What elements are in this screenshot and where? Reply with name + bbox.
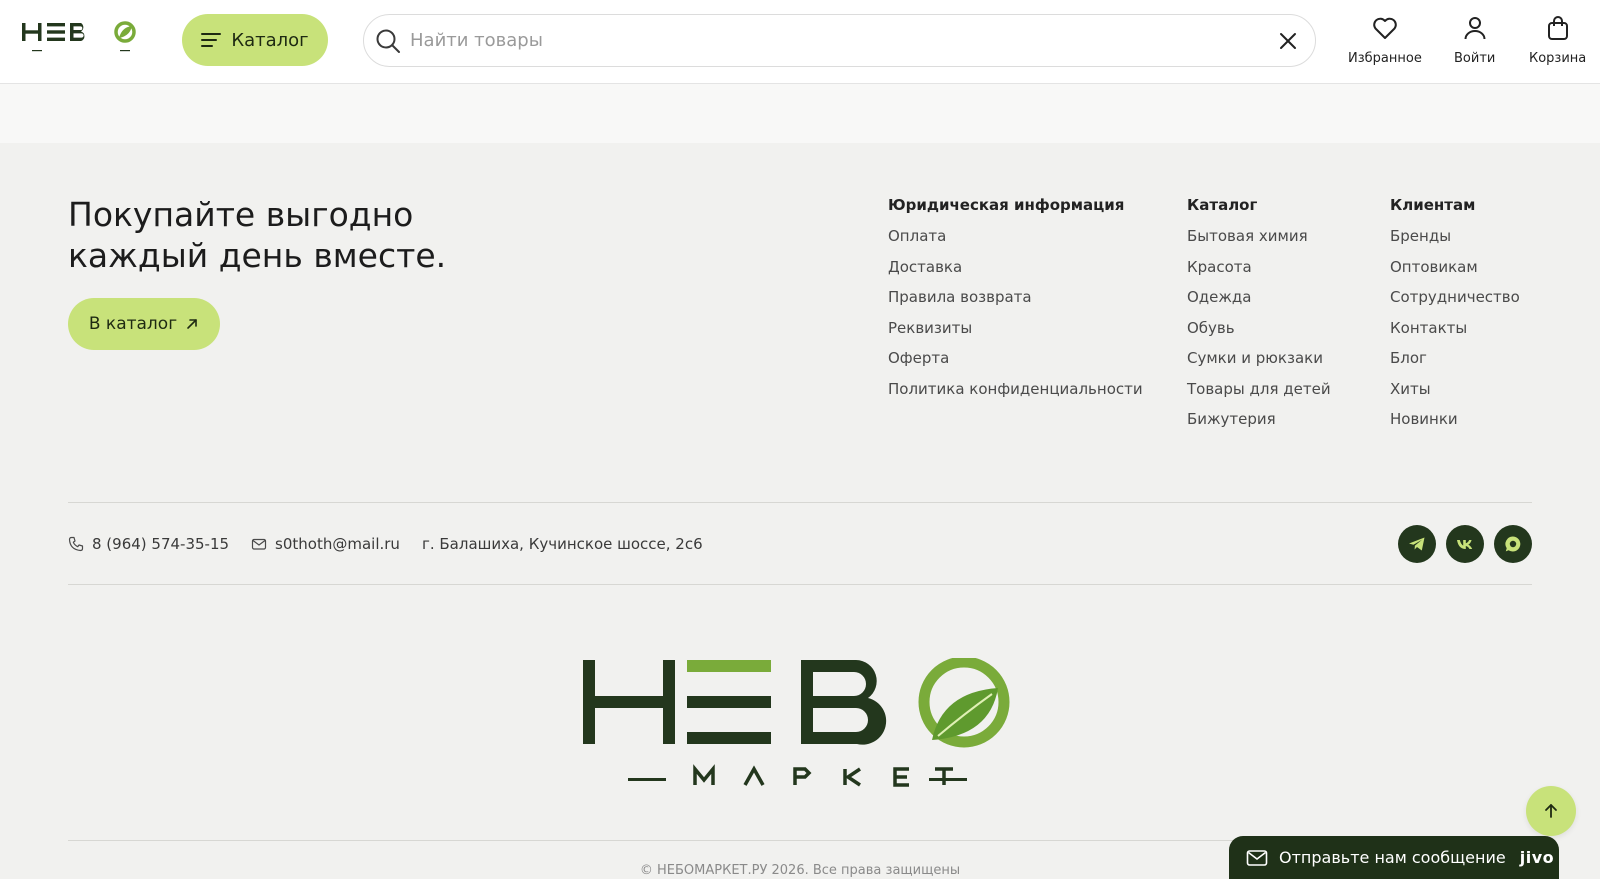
footer-divider (68, 584, 1532, 585)
site-logo[interactable] (20, 19, 142, 59)
mail-icon (251, 538, 267, 550)
arrow-up-right-icon (187, 319, 197, 329)
contact-address-text: г. Балашиха, Кучинское шоссе, 2с6 (421, 535, 703, 553)
footer-link-clothing[interactable]: Одежда (1187, 287, 1331, 318)
footer-link-partnership[interactable]: Сотрудничество (1390, 287, 1520, 318)
footer-link-brands[interactable]: Бренды (1390, 226, 1520, 257)
cart-label: Корзина (1529, 51, 1587, 66)
footer-link-returns[interactable]: Правила возврата (888, 287, 1143, 318)
login-label: Войти (1454, 51, 1496, 66)
content-strip (0, 84, 1600, 143)
footer-link-jewelry[interactable]: Бижутерия (1187, 409, 1331, 440)
telegram-icon (1409, 537, 1425, 551)
menu-icon (201, 33, 222, 47)
footer-logo (580, 656, 1020, 790)
contact-phone[interactable]: 8 (964) 574-35-15 (68, 535, 229, 553)
contact-email[interactable]: s0thoth@mail.ru (251, 535, 400, 553)
footer-column-title: Юридическая информация (888, 196, 1125, 214)
site-header: Каталог Избранное Войти Корзина (0, 0, 1600, 84)
login-button[interactable]: Войти (1454, 14, 1495, 66)
catalog-button[interactable]: Каталог (182, 14, 328, 66)
contact-email-text: s0thoth@mail.ru (275, 535, 400, 553)
footer-link-contacts[interactable]: Контакты (1390, 318, 1520, 349)
footer-link-shoes[interactable]: Обувь (1187, 318, 1331, 349)
arrow-up-icon (1545, 804, 1557, 818)
scroll-to-top-button[interactable] (1526, 786, 1576, 836)
footer-link-requisites[interactable]: Реквизиты (888, 318, 1143, 349)
chat-widget-button[interactable]: Отправьте нам сообщение jivo (1229, 836, 1559, 879)
footer-link-payment[interactable]: Оплата (888, 226, 1143, 257)
footer-column-clients: Клиентам Бренды Оптовикам Сотрудничество… (1390, 196, 1520, 440)
footer-divider (68, 502, 1532, 503)
heart-icon (1373, 17, 1397, 39)
envelope-icon (1246, 849, 1268, 866)
footer-promo-title: Покупайте выгодно каждый день вместе. (68, 194, 488, 276)
search-input[interactable] (410, 30, 1277, 51)
phone-icon (68, 536, 84, 552)
search-icon[interactable] (374, 27, 402, 55)
vk-icon (1457, 540, 1473, 549)
footer-column-catalog: Каталог Бытовая химия Красота Одежда Обу… (1187, 196, 1331, 440)
catalog-button-label: Каталог (231, 29, 309, 51)
promo-title-line-1: Покупайте выгодно (68, 195, 414, 234)
shopping-bag-icon (1547, 16, 1568, 40)
max-icon (1505, 536, 1521, 552)
footer-link-wholesale[interactable]: Оптовикам (1390, 257, 1520, 288)
logo-graphic (22, 21, 136, 52)
footer-link-kids[interactable]: Товары для детей (1187, 379, 1331, 410)
footer-link-privacy[interactable]: Политика конфиденциальности (888, 379, 1143, 410)
to-catalog-label: В каталог (88, 314, 178, 334)
footer-link-beauty[interactable]: Красота (1187, 257, 1331, 288)
footer-column-title: Клиентам (1390, 196, 1476, 214)
footer-link-new[interactable]: Новинки (1390, 409, 1520, 440)
clear-search-icon[interactable] (1277, 30, 1299, 52)
footer-link-blog[interactable]: Блог (1390, 348, 1520, 379)
footer-link-offer[interactable]: Оферта (888, 348, 1143, 379)
telegram-button[interactable] (1398, 525, 1436, 563)
jivo-logo: jivo (1519, 848, 1555, 867)
favorites-label: Избранное (1348, 51, 1422, 66)
user-icon (1464, 17, 1486, 40)
cart-button[interactable]: Корзина (1529, 14, 1586, 66)
footer-link-household-chemicals[interactable]: Бытовая химия (1187, 226, 1331, 257)
vk-button[interactable] (1446, 525, 1484, 563)
contact-address: г. Балашиха, Кучинское шоссе, 2с6 (422, 535, 703, 553)
footer-link-hits[interactable]: Хиты (1390, 379, 1520, 410)
favorites-button[interactable]: Избранное (1348, 14, 1422, 66)
footer-column-legal: Юридическая информация Оплата Доставка П… (888, 196, 1143, 409)
footer-contacts: 8 (964) 574-35-15 s0thoth@mail.ru г. Бал… (68, 533, 725, 555)
footer-column-title: Каталог (1187, 196, 1258, 214)
to-catalog-button[interactable]: В каталог (68, 298, 220, 350)
chat-widget-label: Отправьте нам сообщение (1279, 848, 1506, 867)
max-button[interactable] (1494, 525, 1532, 563)
promo-title-line-2: каждый день вместе. (68, 236, 447, 275)
footer-logo-graphic (583, 656, 1010, 787)
footer-link-bags[interactable]: Сумки и рюкзаки (1187, 348, 1331, 379)
footer-link-delivery[interactable]: Доставка (888, 257, 1143, 288)
search-bar (363, 14, 1316, 67)
contact-phone-text: 8 (964) 574-35-15 (92, 535, 230, 553)
